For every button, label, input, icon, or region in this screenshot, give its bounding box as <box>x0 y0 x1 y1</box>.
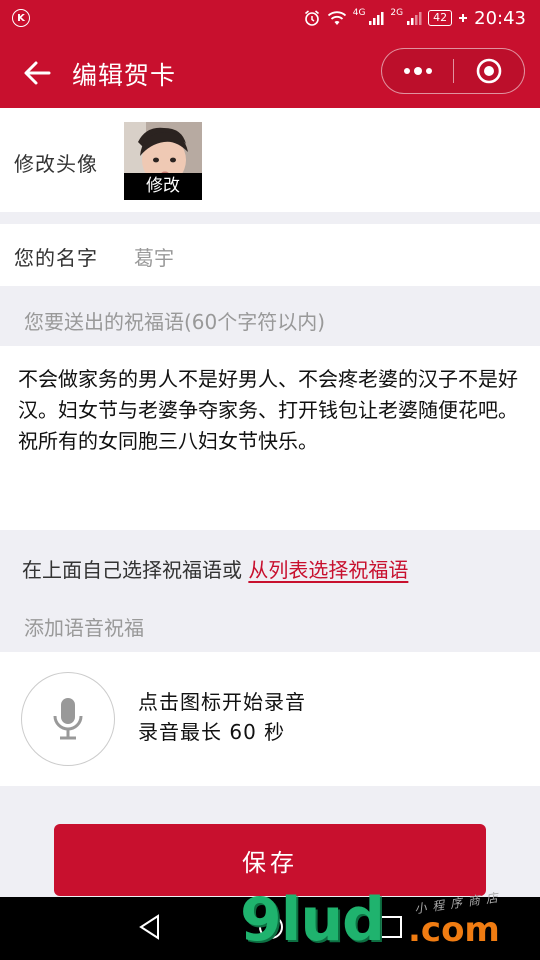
pick-greeting-row: 在上面自己选择祝福语或 从列表选择祝福语 <box>22 554 408 583</box>
voice-hint-line-1: 点击图标开始录音 <box>138 690 306 714</box>
save-button[interactable]: 保存 <box>54 824 486 896</box>
clock: 20:43 <box>474 7 526 29</box>
system-back-icon[interactable] <box>138 914 162 944</box>
charging-plus-icon <box>458 13 468 23</box>
network-type-2: 2G <box>390 8 404 18</box>
nav-bar: 编辑贺卡 <box>0 36 540 108</box>
k-badge-icon: K <box>12 9 30 27</box>
voice-hint-line-2: 录音最长 60 秒 <box>138 720 286 744</box>
alarm-icon <box>303 9 321 27</box>
more-dots-icon[interactable] <box>382 49 454 93</box>
name-row: 您的名字 葛宇 <box>0 224 540 286</box>
name-input[interactable]: 葛宇 <box>134 242 174 271</box>
arrow-left-icon[interactable] <box>22 58 52 88</box>
name-label: 您的名字 <box>14 246 98 270</box>
page-title: 编辑贺卡 <box>72 61 177 90</box>
pick-from-list-link[interactable]: 从列表选择祝福语 <box>248 558 408 582</box>
voice-section-label: 添加语音祝福 <box>24 616 144 640</box>
pick-greeting-prefix: 在上面自己选择祝福语或 <box>22 558 249 582</box>
voice-row: 点击图标开始录音 录音最长 60 秒 <box>0 652 540 786</box>
avatar-row: 修改头像 修改 <box>0 108 540 212</box>
greeting-text: 不会做家务的男人不是好男人、不会疼老婆的汉子不是好汉。妇女节与老婆争夺家务、打开… <box>18 367 518 453</box>
signal-icon-2 <box>406 10 422 26</box>
status-bar: K 4G 2G 42 20:43 <box>0 0 540 36</box>
microphone-icon[interactable] <box>21 672 115 766</box>
network-type-1: 4G <box>352 8 366 18</box>
avatar-label: 修改头像 <box>14 152 98 176</box>
system-nav-bar <box>0 897 540 960</box>
signal-icon <box>368 10 384 26</box>
greeting-section-label: 您要送出的祝福语(60个字符以内) <box>24 310 326 334</box>
miniprogram-capsule <box>381 48 525 94</box>
system-recent-apps-icon[interactable] <box>380 916 402 942</box>
avatar[interactable]: 修改 <box>124 122 202 200</box>
target-close-icon[interactable] <box>454 49 524 93</box>
greeting-textarea[interactable]: 不会做家务的男人不是好男人、不会疼老婆的汉子不是好汉。妇女节与老婆争夺家务、打开… <box>0 346 540 530</box>
avatar-edit-button[interactable]: 修改 <box>124 173 202 200</box>
battery-indicator: 42 <box>428 10 453 26</box>
system-home-icon[interactable] <box>258 914 284 944</box>
wifi-icon <box>327 10 347 26</box>
